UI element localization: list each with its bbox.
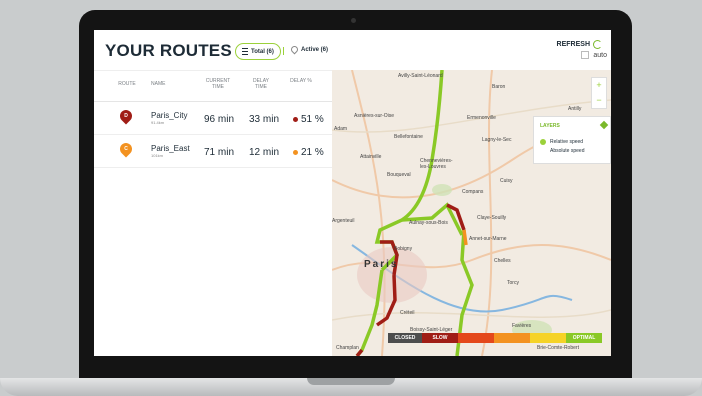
map-label: Claye-Souilly — [477, 215, 507, 221]
legend-slow: SLOW — [422, 333, 458, 343]
map-label: Adam — [334, 126, 348, 132]
active-filter-label: Active (6) — [301, 46, 329, 53]
map-label: Attainville — [360, 154, 382, 160]
zoom-in-button[interactable]: + — [592, 78, 606, 93]
route-name: Paris_East — [151, 144, 190, 153]
current-time: 96 min — [204, 114, 235, 125]
delay-percent-value: 51 % — [301, 114, 324, 125]
status-dot — [293, 117, 298, 122]
delay-percent: 21 % — [293, 147, 324, 158]
traffic-map[interactable]: Paris Avilly-Saint-Léonard Baron Asnière… — [332, 70, 611, 356]
auto-checkbox[interactable] — [581, 51, 590, 59]
map-label: Asnières-sur-Oise — [354, 113, 395, 119]
map-label: Ermenonville — [467, 115, 496, 121]
route-distance: 101km — [151, 153, 164, 158]
delay-time: 12 min — [249, 147, 280, 158]
page-title: YOUR ROUTES — [105, 41, 232, 60]
map-label: Chennevières-les-Louvres — [420, 158, 453, 170]
map-label: Annet-sur-Marne — [469, 236, 507, 242]
route-distance: 91.4km — [151, 120, 165, 125]
zoom-control: + − — [591, 77, 607, 109]
map-label: Bobigny — [394, 246, 413, 252]
auto-label: auto — [593, 51, 607, 59]
refresh-label: REFRESH — [556, 41, 590, 48]
auto-refresh-toggle[interactable]: auto — [581, 51, 607, 59]
column-header-current-time[interactable]: CURRENT TIME — [202, 78, 234, 90]
column-header-route[interactable]: ROUTE — [116, 81, 138, 87]
delay-time: 33 min — [249, 114, 280, 125]
map-label: Brie-Comte-Robert — [537, 345, 579, 351]
laptop-notch — [307, 378, 395, 385]
total-filter-label: Total (6) — [251, 48, 274, 55]
delay-percent-value: 21 % — [301, 147, 324, 158]
refresh-button[interactable]: REFRESH — [557, 40, 602, 49]
column-header-name[interactable]: NAME — [151, 81, 171, 87]
app-screen: YOUR ROUTES Total (6) Active (6) REFRESH… — [94, 30, 611, 356]
table-row[interactable]: D Paris_City 91.4km 96 min 33 min 51 % — [94, 102, 332, 135]
layers-icon[interactable] — [599, 120, 609, 130]
map-label: Argenteuil — [332, 218, 355, 224]
map-label: Avilly-Saint-Léonard — [398, 73, 443, 79]
legend-level-4 — [494, 333, 530, 343]
list-icon — [242, 48, 248, 55]
map-label: Bellefontaine — [394, 134, 423, 140]
layer-option-label: Absolute speed — [550, 148, 585, 154]
route-marker-icon: D — [117, 107, 135, 125]
zoom-out-button[interactable]: − — [592, 93, 606, 108]
refresh-icon — [593, 40, 602, 49]
map-label: Bouqueval — [387, 172, 411, 178]
legend-closed: CLOSED — [388, 333, 422, 343]
layer-option-label: Relative speed — [550, 139, 584, 145]
map-label: Aulnay-sous-Bois — [409, 220, 448, 226]
status-dot — [293, 150, 298, 155]
route-marker-letter: D — [124, 113, 128, 119]
map-label: Champlan — [336, 345, 359, 351]
camera-icon — [351, 18, 356, 23]
table-header: ROUTE NAME CURRENT TIME DELAY TIME DELAY… — [94, 70, 332, 102]
table-row[interactable]: C Paris_East 101km 71 min 12 min 21 % — [94, 135, 332, 168]
total-filter-button[interactable]: Total (6) — [235, 43, 281, 60]
column-header-delay-time[interactable]: DELAY TIME — [248, 78, 274, 90]
traffic-legend: CLOSED SLOW OPTIMAL — [388, 333, 602, 343]
map-label: Lagny-le-Sec — [482, 137, 512, 143]
map-label: Baron — [492, 84, 506, 90]
header: YOUR ROUTES Total (6) Active (6) REFRESH… — [94, 30, 611, 70]
pin-icon — [289, 44, 300, 55]
route-marker-letter: C — [124, 146, 128, 152]
map-label-paris: Paris — [364, 259, 399, 270]
legend-level-5 — [530, 333, 566, 343]
map-label: Créteil — [400, 310, 415, 316]
layers-title: LAYERS — [540, 123, 560, 129]
legend-optimal: OPTIMAL — [566, 333, 602, 343]
filter-divider — [283, 47, 284, 55]
layer-option-relative[interactable]: Relative speed — [540, 139, 583, 145]
layer-option-absolute[interactable]: Absolute speed — [550, 148, 584, 154]
route-marker-icon: C — [117, 140, 135, 158]
table-body: D Paris_City 91.4km 96 min 33 min 51 % C… — [94, 102, 332, 168]
map-label: Torcy — [507, 280, 519, 286]
legend-level-3 — [458, 333, 494, 343]
layers-panel: LAYERS Relative speed Absolute speed — [533, 116, 611, 164]
column-header-delay-pct[interactable]: DELAY % — [290, 78, 312, 84]
map-label: Favières — [512, 323, 532, 329]
delay-percent: 51 % — [293, 114, 324, 125]
radio-selected-icon[interactable] — [540, 139, 546, 145]
current-time: 71 min — [204, 147, 235, 158]
map-label: Cuisy — [500, 178, 513, 184]
route-name: Paris_City — [151, 111, 188, 120]
map-label: Chelles — [494, 258, 511, 264]
active-filter-button[interactable]: Active (6) — [289, 44, 329, 55]
map-label: Antilly — [568, 106, 582, 112]
map-label: Compans — [462, 189, 484, 195]
routes-table: ROUTE NAME CURRENT TIME DELAY TIME DELAY… — [94, 70, 333, 356]
